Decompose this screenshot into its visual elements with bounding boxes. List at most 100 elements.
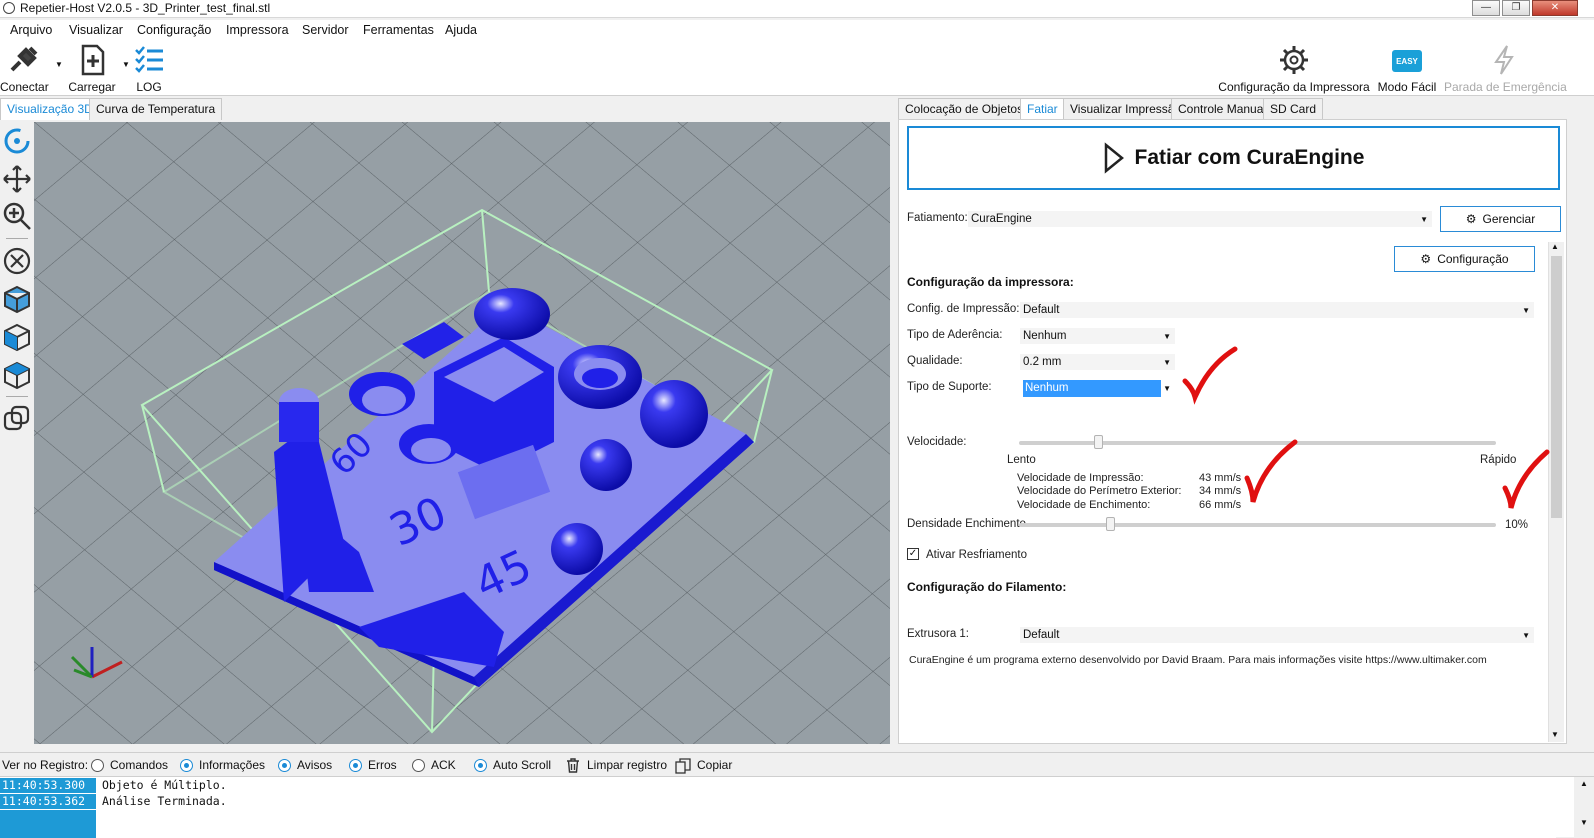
- filter-warnings-label[interactable]: Avisos: [297, 758, 332, 772]
- cooling-label: Ativar Resfriamento: [926, 549, 1027, 561]
- scrollbar-thumb[interactable]: [1551, 256, 1562, 518]
- filter-ack-label[interactable]: ACK: [431, 758, 456, 772]
- scroll-down-icon[interactable]: ▼: [1551, 730, 1559, 739]
- log-timestamp: 11:40:53.362: [0, 794, 96, 809]
- perimeter-speed-label: Velocidade do Perímetro Exterior:: [1017, 485, 1182, 497]
- tab-slicer[interactable]: Fatiar: [1020, 98, 1065, 120]
- filter-commands-radio[interactable]: [91, 759, 104, 772]
- filter-warnings-radio[interactable]: [278, 759, 291, 772]
- infill-density-slider[interactable]: [1019, 517, 1496, 531]
- manage-button[interactable]: ⚙ Gerenciar: [1440, 206, 1561, 232]
- title-bar: Repetier-Host V2.0.5 - 3D_Printer_test_f…: [0, 0, 1594, 18]
- filter-errors-label[interactable]: Erros: [368, 758, 397, 772]
- emergency-stop-button[interactable]: Parada de Emergência: [1444, 44, 1567, 94]
- quality-select[interactable]: 0.2 mm ▼: [1019, 353, 1176, 371]
- red-checkmark-annotation: [1182, 346, 1238, 405]
- auto-scroll-radio[interactable]: [474, 759, 487, 772]
- copy-log-button[interactable]: Copiar: [697, 758, 732, 772]
- adhesion-label: Tipo de Aderência:: [907, 329, 1003, 341]
- iso-view-icon[interactable]: [2, 284, 32, 314]
- extruder-value: Default: [1023, 629, 1060, 641]
- auto-scroll-label[interactable]: Auto Scroll: [493, 758, 551, 772]
- infill-speed-value: 66 mm/s: [1199, 499, 1242, 511]
- menu-configuracao[interactable]: Configuração: [137, 23, 211, 37]
- gear-icon: ⚙: [1420, 252, 1432, 266]
- filter-ack-radio[interactable]: [412, 759, 425, 772]
- chevron-down-icon: ▼: [1522, 306, 1530, 315]
- plug-icon: [10, 46, 38, 72]
- top-view-icon[interactable]: [2, 360, 32, 390]
- lightning-icon: [1494, 45, 1514, 75]
- infill-slider-thumb[interactable]: [1105, 517, 1115, 531]
- trash-icon[interactable]: [566, 758, 580, 773]
- front-view-icon[interactable]: [2, 322, 32, 352]
- tab-3d-view[interactable]: Visualização 3D: [0, 98, 100, 120]
- filter-errors-radio[interactable]: [349, 759, 362, 772]
- configuration-button[interactable]: ⚙ Configuração: [1394, 246, 1535, 272]
- chevron-down-icon: ▼: [1163, 332, 1171, 341]
- minimize-button[interactable]: —: [1472, 0, 1500, 16]
- move-view-icon[interactable]: [2, 164, 32, 194]
- tab-temperature-curve[interactable]: Curva de Temperatura: [89, 98, 223, 120]
- close-button[interactable]: ✕: [1532, 0, 1578, 16]
- extruder-select[interactable]: Default ▼: [1019, 626, 1535, 644]
- printer-settings-button[interactable]: Configuração da Impressora: [1218, 44, 1370, 94]
- curaengine-note: CuraEngine é um programa externo desenvo…: [909, 654, 1487, 666]
- connect-button[interactable]: Conectar: [0, 44, 49, 94]
- menu-ajuda[interactable]: Ajuda: [445, 23, 477, 37]
- tab-sd-card[interactable]: SD Card: [1263, 98, 1324, 120]
- copy-icon[interactable]: [675, 758, 691, 774]
- tab-object-placement[interactable]: Colocação de Objetos: [898, 98, 1031, 120]
- checklist-icon: [135, 46, 163, 73]
- scroll-down-icon[interactable]: ▼: [1574, 788, 1594, 827]
- scroll-up-icon[interactable]: ▲: [1574, 777, 1594, 788]
- adhesion-value: Nenhum: [1023, 330, 1067, 342]
- parallel-projection-icon[interactable]: [2, 404, 32, 434]
- view-tools: [0, 122, 34, 744]
- maximize-button[interactable]: ❐: [1502, 0, 1530, 16]
- menu-impressora[interactable]: Impressora: [226, 23, 289, 37]
- support-select[interactable]: Nenhum ▼: [1019, 379, 1176, 397]
- tab-print-preview[interactable]: Visualizar Impressão: [1063, 98, 1189, 120]
- quality-value: 0.2 mm: [1023, 356, 1062, 368]
- menu-arquivo[interactable]: Arquivo: [10, 23, 52, 37]
- infill-density-label: Densidade Enchimento: [907, 518, 1026, 530]
- log-filter-bar: Ver no Registro: Comandos Informações Av…: [0, 752, 1594, 776]
- zoom-icon[interactable]: [2, 201, 32, 231]
- filter-commands-label[interactable]: Comandos: [110, 758, 168, 772]
- speed-slider-thumb[interactable]: [1093, 435, 1103, 449]
- scroll-up-icon[interactable]: ▲: [1551, 242, 1559, 251]
- load-dropdown-icon[interactable]: ▼: [122, 60, 130, 69]
- menu-visualizar[interactable]: Visualizar: [69, 23, 123, 37]
- load-label: Carregar: [68, 80, 116, 94]
- chevron-down-icon: ▼: [1522, 631, 1530, 640]
- checkmark-icon: ✓: [908, 548, 918, 559]
- easy-mode-button[interactable]: EASY Modo Fácil: [1374, 44, 1440, 94]
- slice-button[interactable]: Fatiar com CuraEngine: [907, 126, 1560, 190]
- menu-ferramentas[interactable]: Ferramentas: [363, 23, 434, 37]
- slicer-select[interactable]: CuraEngine ▼: [967, 210, 1433, 228]
- filament-section-heading: Configuração do Filamento:: [907, 580, 1067, 594]
- tab-manual-control[interactable]: Controle Manual: [1171, 98, 1274, 120]
- log-button[interactable]: LOG: [130, 44, 168, 94]
- emergency-stop-label: Parada de Emergência: [1444, 80, 1567, 94]
- clear-log-button[interactable]: Limpar registro: [587, 758, 667, 772]
- adhesion-select[interactable]: Nenhum ▼: [1019, 327, 1176, 345]
- speed-slow-label: Lento: [1007, 454, 1036, 466]
- log-filter-label: Ver no Registro:: [2, 758, 89, 772]
- connect-dropdown-icon[interactable]: ▼: [55, 60, 63, 69]
- configuration-button-label: Configuração: [1437, 252, 1509, 266]
- filter-info-radio[interactable]: [180, 759, 193, 772]
- 3d-viewport[interactable]: 60 30 45: [34, 122, 890, 744]
- chevron-down-icon: ▼: [1420, 215, 1428, 224]
- load-button[interactable]: Carregar: [66, 44, 118, 94]
- cooling-checkbox[interactable]: ✓: [907, 548, 919, 560]
- log-scrollbar[interactable]: ▲ ▼: [1574, 777, 1594, 838]
- slice-button-label: Fatiar com CuraEngine: [1134, 146, 1365, 169]
- menu-bar: Arquivo Visualizar Configuração Impresso…: [0, 20, 1594, 42]
- menu-servidor[interactable]: Servidor: [302, 23, 349, 37]
- print-config-select[interactable]: Default ▼: [1019, 301, 1535, 319]
- fit-view-icon[interactable]: [2, 246, 32, 276]
- rotate-view-icon[interactable]: [2, 126, 32, 156]
- filter-info-label[interactable]: Informações: [199, 758, 265, 772]
